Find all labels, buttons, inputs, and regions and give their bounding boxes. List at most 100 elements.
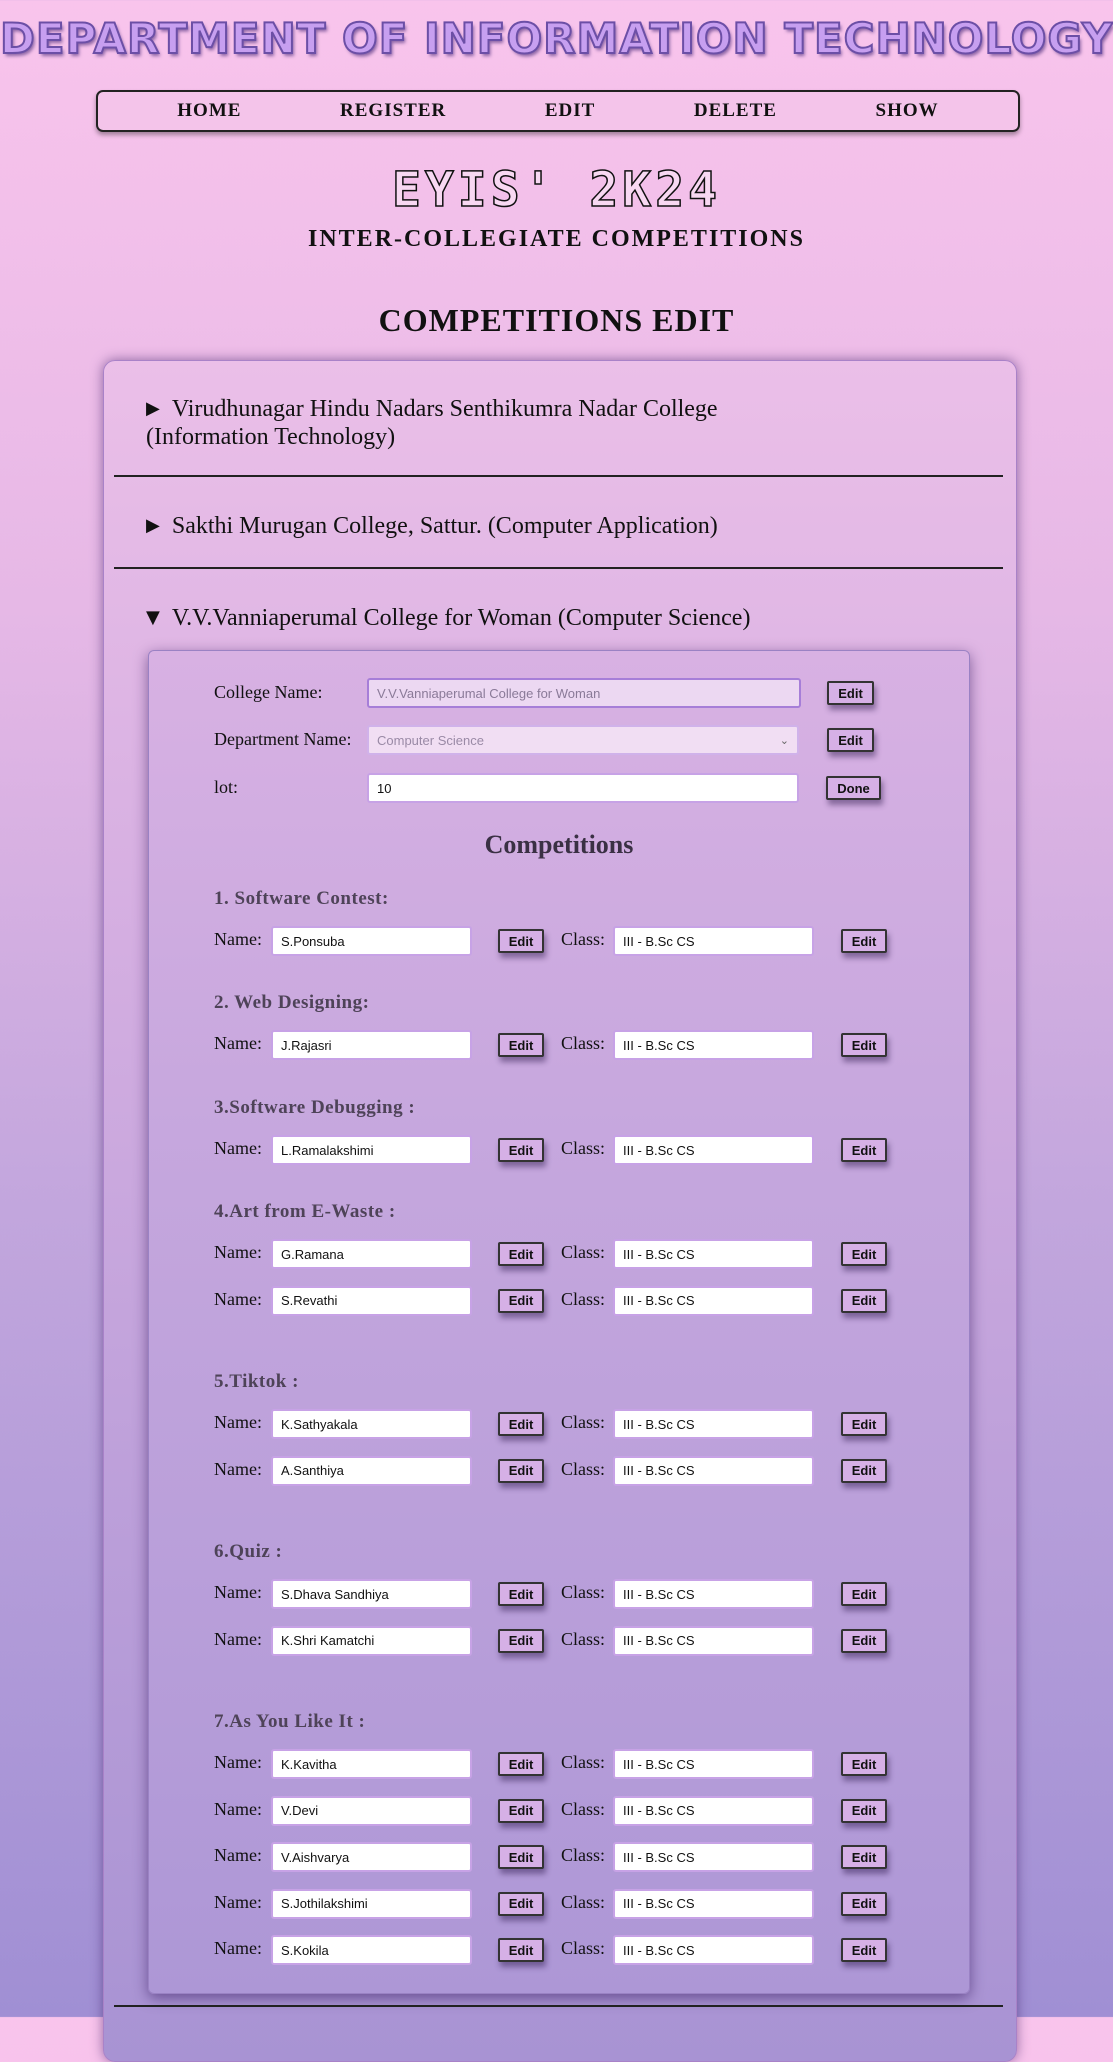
participant-name-value: L.Ramalakshimi xyxy=(281,1142,374,1158)
name-label: Name: xyxy=(214,1752,262,1772)
class-edit-button[interactable]: Edit xyxy=(841,1752,887,1776)
participant-name-field[interactable]: L.Ramalakshimi xyxy=(271,1135,472,1165)
participant-class-value: III - B.Sc CS xyxy=(623,1803,695,1818)
name-edit-button[interactable]: Edit xyxy=(498,1458,544,1483)
participant-class-field[interactable]: III - B.Sc CS xyxy=(613,1409,814,1439)
college-summary-sakthi[interactable]: ▶ Sakthi Murugan College, Sattur. (Comput… xyxy=(146,513,718,541)
participant-name-field[interactable]: S.Kokila xyxy=(271,1935,472,1965)
nav-edit[interactable]: EDIT xyxy=(545,100,595,122)
name-label: Name: xyxy=(214,1138,262,1158)
participant-class-field[interactable]: III - B.Sc CS xyxy=(613,1135,814,1165)
lot-field[interactable]: 10 xyxy=(367,773,799,803)
participant-class-field[interactable]: III - B.Sc CS xyxy=(613,926,814,956)
class-edit-button[interactable]: Edit xyxy=(841,1138,887,1162)
participant-name-field[interactable]: S.Jothilakshimi xyxy=(271,1888,472,1919)
class-label: Class: xyxy=(561,1582,606,1602)
class-edit-button[interactable]: Edit xyxy=(841,1412,887,1436)
class-edit-button[interactable]: Edit xyxy=(841,929,887,953)
class-edit-button[interactable]: Edit xyxy=(841,1845,887,1869)
name-edit-button[interactable]: Edit xyxy=(498,1242,544,1266)
name-label: Name: xyxy=(214,929,262,949)
participant-class-field[interactable]: III - B.Sc CS xyxy=(613,1579,814,1609)
class-edit-button[interactable]: Edit xyxy=(841,1891,887,1916)
participant-name-value: S.Jothilakshimi xyxy=(281,1896,368,1911)
participant-class-value: III - B.Sc CS xyxy=(623,1246,695,1262)
participant-name-field[interactable]: A.Santhiya xyxy=(271,1455,472,1486)
participant-class-field[interactable]: III - B.Sc CS xyxy=(613,1935,814,1965)
college-name-label: College Name: xyxy=(214,682,323,702)
name-edit-button[interactable]: Edit xyxy=(498,1845,544,1869)
participant-name-field[interactable]: V.Aishvarya xyxy=(271,1842,472,1872)
nav-register[interactable]: REGISTER xyxy=(340,100,446,122)
participant-name-field[interactable]: S.Dhava Sandhiya xyxy=(271,1579,472,1609)
name-edit-button[interactable]: Edit xyxy=(498,1412,544,1436)
participant-name-field[interactable]: K.Shri Kamatchi xyxy=(271,1625,472,1656)
participant-class-field[interactable]: III - B.Sc CS xyxy=(613,1030,814,1060)
department-edit-button[interactable]: Edit xyxy=(827,728,874,752)
nav-home[interactable]: HOME xyxy=(177,100,241,122)
name-edit-button[interactable]: Edit xyxy=(498,1033,544,1057)
participant-name-field[interactable]: V.Devi xyxy=(271,1795,472,1826)
expand-triangle-icon: ▶ xyxy=(146,515,160,536)
college-name-edit-button[interactable]: Edit xyxy=(827,681,874,705)
college-summary-line1: Virudhunagar Hindu Nadars Senthikumra Na… xyxy=(171,396,718,422)
college-name-value: V.V.Vanniaperumal College for Woman xyxy=(377,685,601,701)
college-summary-vvv[interactable]: ▼ V.V.Vanniaperumal College for Woman (Co… xyxy=(146,605,750,633)
class-label: Class: xyxy=(561,1798,606,1819)
participant-class-value: III - B.Sc CS xyxy=(623,1896,695,1911)
name-label: Name: xyxy=(214,1891,262,1912)
class-label: Class: xyxy=(561,1752,606,1772)
participant-class-field[interactable]: III - B.Sc CS xyxy=(613,1888,814,1919)
name-edit-button[interactable]: Edit xyxy=(498,1938,544,1962)
participant-name-field[interactable]: K.Sathyakala xyxy=(271,1409,472,1439)
class-edit-button[interactable]: Edit xyxy=(841,1798,887,1823)
class-label: Class: xyxy=(561,1938,606,1958)
page-heading: COMPETITIONS EDIT xyxy=(378,302,735,338)
participant-name-field[interactable]: S.Revathi xyxy=(271,1285,472,1316)
participant-class-field[interactable]: III - B.Sc CS xyxy=(613,1795,814,1826)
competition-title: 1. Software Contest: xyxy=(214,888,389,909)
class-edit-button[interactable]: Edit xyxy=(841,1458,887,1483)
department-select[interactable]: Computer Science ⌄ xyxy=(367,725,799,755)
participant-class-value: III - B.Sc CS xyxy=(623,1942,695,1958)
participant-name-field[interactable]: G.Ramana xyxy=(271,1239,472,1269)
college-name-field[interactable]: V.V.Vanniaperumal College for Woman xyxy=(367,678,801,708)
name-edit-button[interactable]: Edit xyxy=(498,1798,544,1823)
name-edit-button[interactable]: Edit xyxy=(498,1891,544,1916)
name-label: Name: xyxy=(214,1798,262,1819)
nav-show[interactable]: SHOW xyxy=(876,100,939,122)
name-edit-button[interactable]: Edit xyxy=(498,1138,544,1162)
divider xyxy=(114,475,1003,477)
class-edit-button[interactable]: Edit xyxy=(841,1628,887,1653)
class-edit-button[interactable]: Edit xyxy=(841,1242,887,1266)
name-edit-button[interactable]: Edit xyxy=(498,1288,544,1313)
class-label: Class: xyxy=(561,1242,606,1262)
participant-class-field[interactable]: III - B.Sc CS xyxy=(613,1239,814,1269)
college-summary-vhnsn[interactable]: ▶ Virudhunagar Hindu Nadars Senthikumra N… xyxy=(146,396,718,450)
name-edit-button[interactable]: Edit xyxy=(498,1752,544,1776)
class-label: Class: xyxy=(561,1845,606,1865)
name-edit-button[interactable]: Edit xyxy=(498,1628,544,1653)
participant-class-field[interactable]: III - B.Sc CS xyxy=(613,1455,814,1486)
participant-class-value: III - B.Sc CS xyxy=(623,1633,695,1648)
name-label: Name: xyxy=(214,1458,262,1479)
lot-done-button[interactable]: Done xyxy=(826,776,881,800)
competition-title: 6.Quiz : xyxy=(214,1541,283,1562)
name-edit-button[interactable]: Edit xyxy=(498,929,544,953)
class-edit-button[interactable]: Edit xyxy=(841,1938,887,1962)
class-edit-button[interactable]: Edit xyxy=(841,1582,887,1606)
participant-class-field[interactable]: III - B.Sc CS xyxy=(613,1625,814,1656)
name-edit-button[interactable]: Edit xyxy=(498,1582,544,1606)
class-edit-button[interactable]: Edit xyxy=(841,1288,887,1313)
participant-name-field[interactable]: J.Rajasri xyxy=(271,1030,472,1060)
lot-value: 10 xyxy=(377,780,392,796)
nav-delete[interactable]: DELETE xyxy=(694,100,777,122)
name-label: Name: xyxy=(214,1845,262,1865)
participant-class-field[interactable]: III - B.Sc CS xyxy=(613,1749,814,1779)
participant-name-field[interactable]: S.Ponsuba xyxy=(271,926,472,956)
name-label: Name: xyxy=(214,1628,262,1649)
class-edit-button[interactable]: Edit xyxy=(841,1033,887,1057)
participant-class-field[interactable]: III - B.Sc CS xyxy=(613,1285,814,1316)
participant-name-field[interactable]: K.Kavitha xyxy=(271,1749,472,1779)
participant-class-field[interactable]: III - B.Sc CS xyxy=(613,1842,814,1872)
